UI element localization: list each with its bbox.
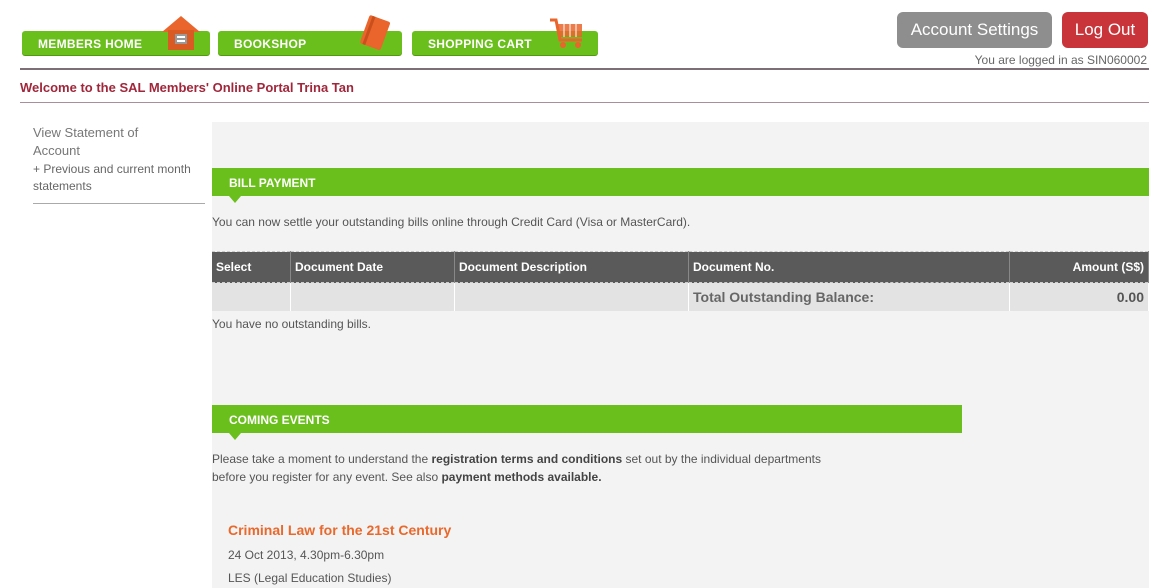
column-header[interactable]: Document Date [290, 251, 455, 283]
bill-payment-header: BILL PAYMENT [212, 168, 1149, 203]
welcome-message: Welcome to the SAL Members' Online Porta… [20, 80, 354, 95]
header-notch [229, 433, 241, 440]
table-cell [290, 282, 455, 311]
column-header[interactable]: Amount (S$) [1009, 251, 1149, 283]
total-balance-label: Total Outstanding Balance: [688, 282, 1010, 311]
table-cell [212, 282, 291, 311]
events-intro-line2: before you register for any event. See a… [212, 470, 602, 484]
intro-text: before you register for any event. See a… [212, 470, 442, 484]
sidebar-subitem-statements[interactable]: + Previous and current month statements [33, 161, 193, 195]
cart-icon [550, 18, 582, 48]
sidebar-divider [33, 203, 205, 204]
event-organizer: LES (Legal Education Studies) [228, 571, 392, 585]
payment-methods-link[interactable]: payment methods available. [441, 470, 601, 484]
intro-text: Please take a moment to understand the [212, 452, 432, 466]
sidebar-item-statement[interactable]: View Statement of Account [33, 124, 183, 160]
log-out-button[interactable]: Log Out [1062, 12, 1148, 48]
tab-members-home-label: MEMBERS HOME [38, 37, 143, 51]
header-divider [20, 68, 1149, 70]
account-settings-button[interactable]: Account Settings [897, 12, 1052, 48]
bill-payment-title: BILL PAYMENT [229, 176, 316, 190]
tab-bookshop-label: BOOKSHOP [234, 37, 307, 51]
welcome-divider [20, 102, 1149, 103]
book-icon [360, 15, 390, 50]
column-header[interactable]: Select [212, 251, 291, 283]
house-icon [162, 16, 200, 50]
bill-payment-intro: You can now settle your outstanding bill… [212, 215, 691, 229]
registration-terms-link[interactable]: registration terms and conditions [431, 452, 622, 466]
total-balance-value: 0.00 [1009, 282, 1149, 311]
events-intro-line1: Please take a moment to understand the r… [212, 452, 821, 466]
no-bills-note: You have no outstanding bills. [212, 317, 372, 331]
table-header-row: Select Document Date Document Descriptio… [212, 251, 1149, 283]
tab-shopping-cart-label: SHOPPING CART [428, 37, 532, 51]
bills-table: Select Document Date Document Descriptio… [212, 251, 1149, 311]
logged-in-status: You are logged in as SIN060002 [974, 53, 1147, 67]
column-header[interactable]: Document No. [688, 251, 1010, 283]
coming-events-header: COMING EVENTS [212, 405, 962, 440]
table-row: Total Outstanding Balance: 0.00 [212, 282, 1149, 311]
column-header[interactable]: Document Description [454, 251, 689, 283]
event-date: 24 Oct 2013, 4.30pm-6.30pm [228, 548, 385, 562]
coming-events-title: COMING EVENTS [229, 413, 330, 427]
table-cell [454, 282, 689, 311]
event-title-link[interactable]: Criminal Law for the 21st Century [228, 522, 451, 538]
intro-text: set out by the individual departments [622, 452, 821, 466]
header-notch [229, 196, 241, 203]
